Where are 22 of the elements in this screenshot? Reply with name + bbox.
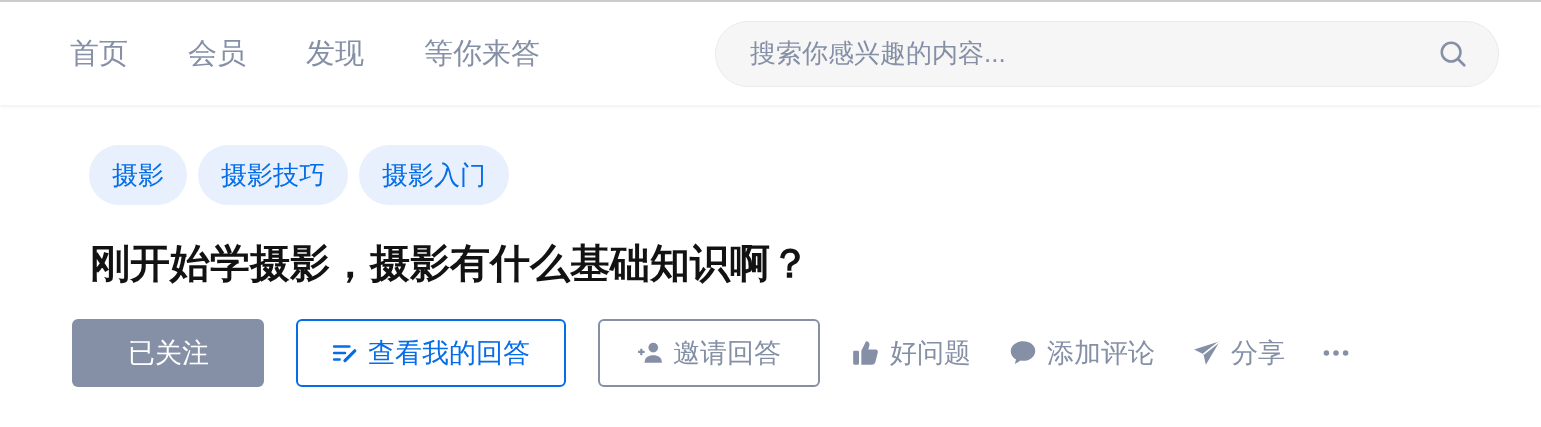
nav-link[interactable]: 发现 (306, 31, 364, 76)
search-input[interactable]: 搜索你感兴趣的内容... (748, 33, 1438, 74)
share-button[interactable]: 分享 (1193, 332, 1285, 374)
speech-bubble-icon (1009, 339, 1037, 367)
nav-link[interactable]: 等你来答 (424, 31, 540, 76)
topic-tag[interactable]: 摄影 (89, 145, 187, 205)
question-title: 刚开始学摄影，摄影有什么基础知识啊？ (90, 240, 811, 287)
thumbs-up-icon (852, 339, 880, 367)
comment-button[interactable]: 添加评论 (1009, 332, 1155, 374)
nav-link[interactable]: 会员 (188, 31, 246, 76)
follow-button[interactable]: 已关注 (72, 319, 264, 387)
invite-button[interactable]: 邀请回答 (598, 319, 820, 387)
paper-plane-icon (1193, 339, 1221, 367)
topic-tag[interactable]: 摄影入门 (359, 145, 509, 205)
search-field[interactable]: 搜索你感兴趣的内容... (715, 20, 1499, 87)
more-icon (1323, 350, 1349, 356)
view-answer-button[interactable]: 查看我的回答 (296, 319, 566, 387)
topic-tag[interactable]: 摄影技巧 (198, 145, 348, 205)
more-button[interactable] (1323, 350, 1349, 356)
add-person-icon (637, 340, 663, 366)
like-button[interactable]: 好问题 (852, 332, 971, 374)
nav-link[interactable]: 首页 (70, 31, 128, 76)
